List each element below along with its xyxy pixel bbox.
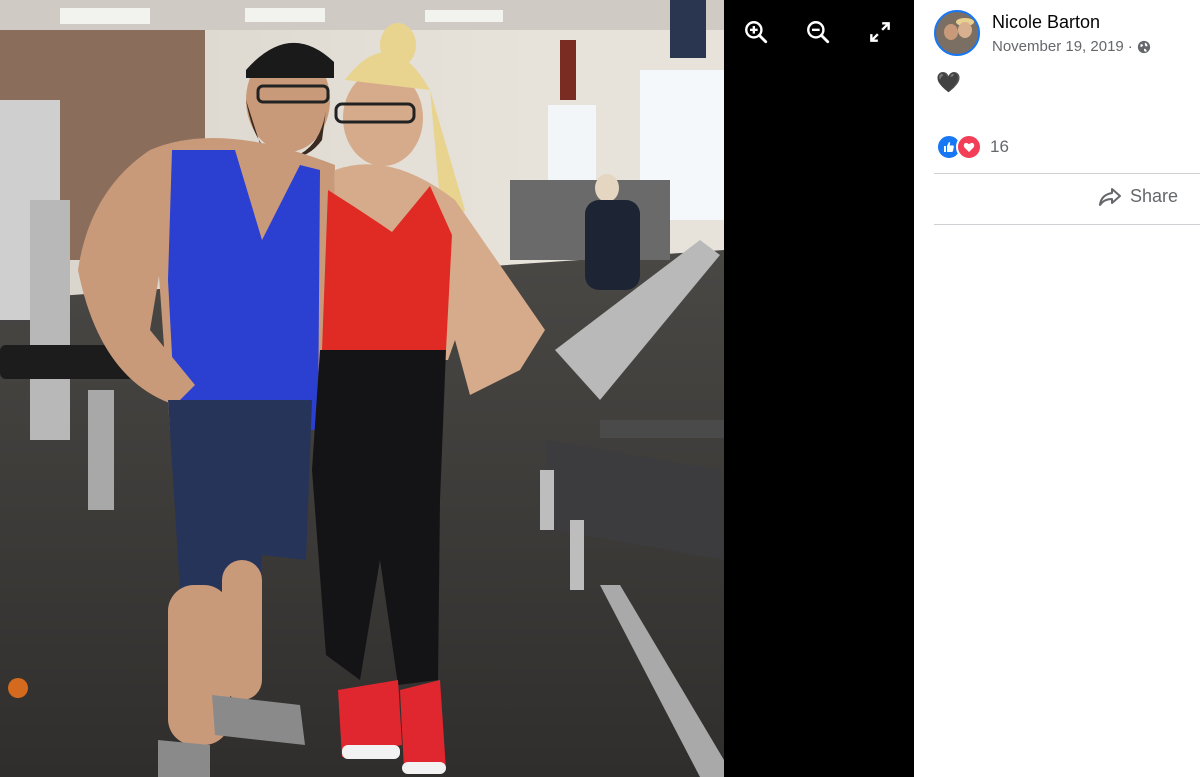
fullscreen-button[interactable] [860, 14, 900, 50]
meta-separator: · [1127, 38, 1133, 55]
share-arrow-icon [1099, 187, 1121, 206]
share-label: Share [1130, 186, 1179, 206]
reactions-summary[interactable]: 16 [936, 134, 1009, 160]
post-date[interactable]: November 19, 2019 [992, 38, 1124, 55]
share-button[interactable]: Share [1098, 186, 1178, 207]
post-header: Nicole Barton November 19, 2019 · [934, 10, 1151, 56]
photo-viewer [0, 0, 914, 777]
zoom-out-icon [807, 21, 830, 44]
viewer-toolbar [736, 14, 900, 50]
globe-icon [1137, 40, 1150, 53]
post-details-panel: Nicole Barton November 19, 2019 · 🖤 16 S… [914, 0, 1200, 777]
author-block: Nicole Barton November 19, 2019 · [992, 12, 1151, 55]
post-caption: 🖤 [936, 72, 961, 94]
avatar[interactable] [934, 10, 980, 56]
love-icon [956, 134, 982, 160]
reaction-count: 16 [990, 137, 1009, 156]
zoom-in-icon [745, 21, 768, 44]
divider [934, 224, 1200, 225]
fullscreen-icon [870, 22, 890, 42]
author-name[interactable]: Nicole Barton [992, 12, 1151, 33]
zoom-in-button[interactable] [736, 14, 776, 50]
divider [934, 173, 1200, 174]
gym-photo-illustration [0, 0, 724, 777]
zoom-out-button[interactable] [798, 14, 838, 50]
post-meta: November 19, 2019 · [992, 38, 1151, 55]
post-photo[interactable] [0, 0, 724, 777]
